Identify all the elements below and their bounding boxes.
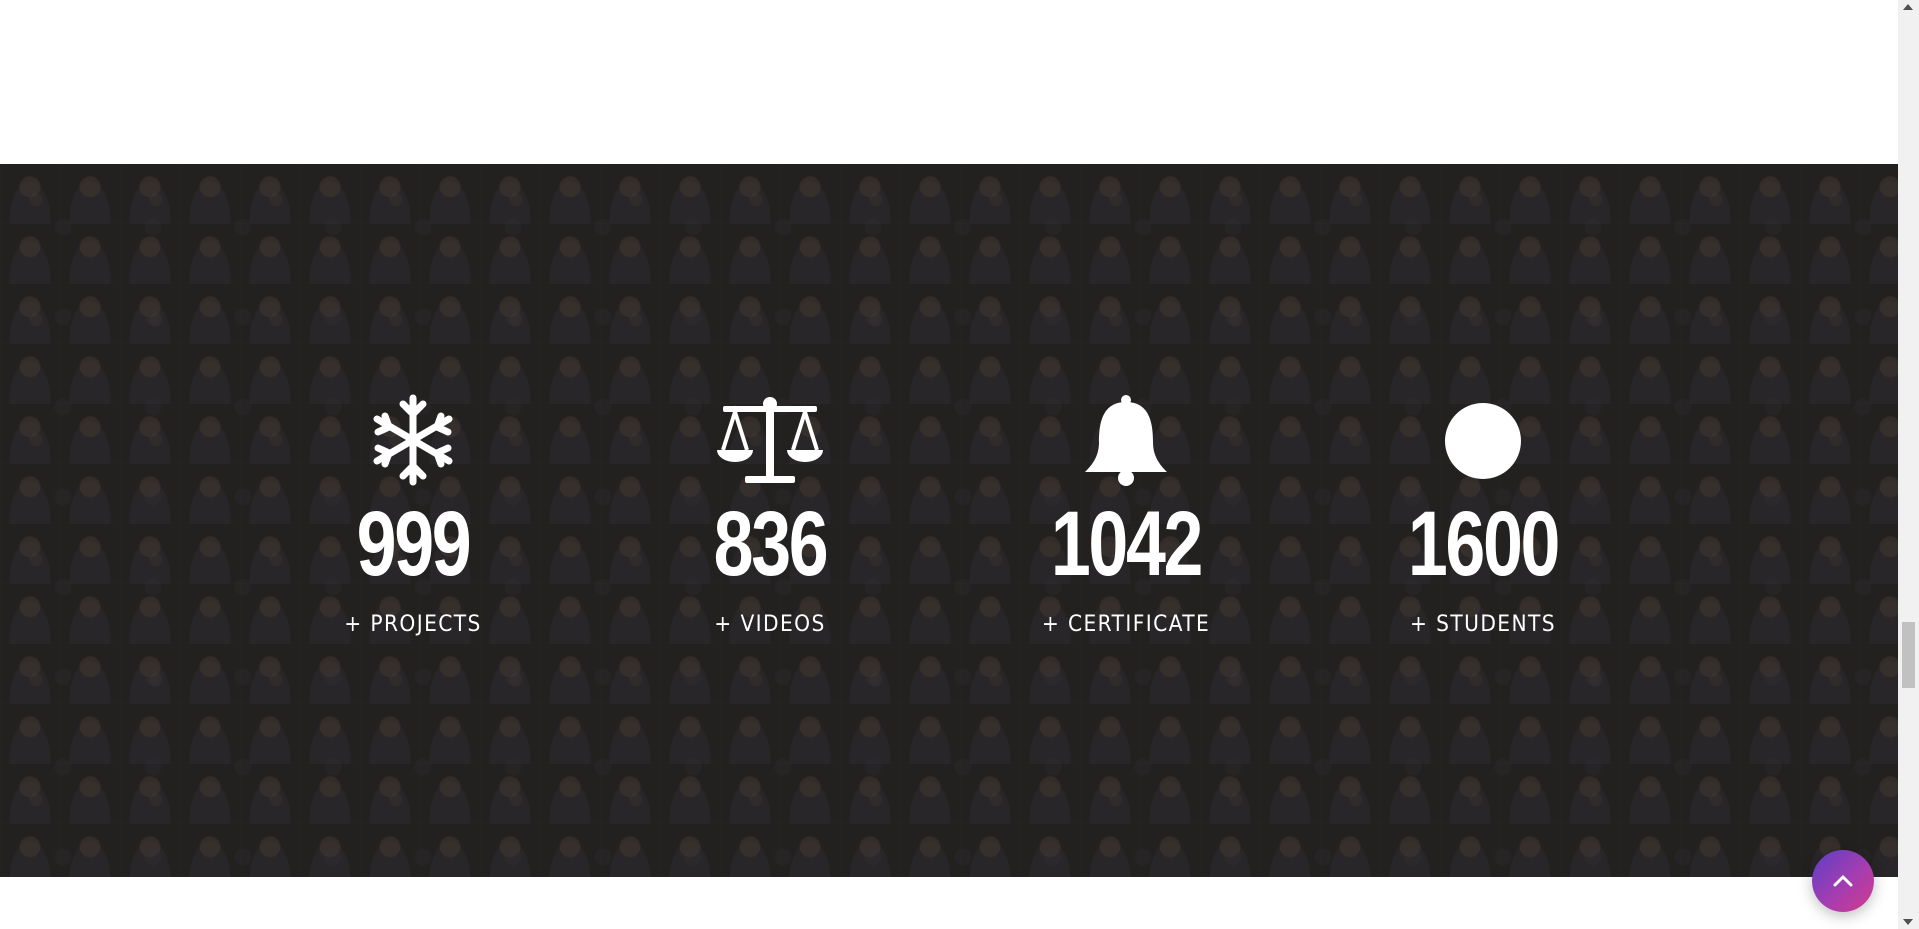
stat-label: + PROJECTS <box>344 612 482 637</box>
scrollbar-thumb[interactable] <box>1902 622 1915 688</box>
stat-label: + STUDENTS <box>1410 612 1556 637</box>
scroll-up-arrow-icon[interactable] <box>1903 4 1913 10</box>
stat-label: + VIDEOS <box>714 612 826 637</box>
stat-number: 1600 <box>1407 493 1561 595</box>
stat-number: 1042 <box>1050 493 1204 595</box>
stat-certificate: 1042 + CERTIFICATE <box>996 394 1256 637</box>
chevron-up-icon <box>1833 875 1853 887</box>
bell-icon <box>1085 395 1167 486</box>
scroll-down-arrow-icon[interactable] <box>1903 919 1913 925</box>
stat-projects: 999 + PROJECTS <box>283 394 543 637</box>
stat-label: + CERTIFICATE <box>1041 612 1211 637</box>
balance-scale-icon <box>717 397 823 483</box>
page: 999 + PROJECTS 836 + VIDEOS 1042 + CERTI… <box>0 0 1919 929</box>
vertical-scrollbar[interactable] <box>1898 0 1919 929</box>
stat-videos: 836 + VIDEOS <box>640 394 900 637</box>
bottom-blank-area <box>0 877 1898 929</box>
back-to-top-button[interactable] <box>1812 850 1874 912</box>
stat-number: 836 <box>713 493 829 595</box>
circle-icon <box>1445 403 1521 479</box>
snowflake-icon <box>373 394 453 486</box>
top-blank-area <box>0 0 1898 164</box>
stat-students: 1600 + STUDENTS <box>1353 394 1613 637</box>
stat-number: 999 <box>356 493 472 595</box>
stats-section: 999 + PROJECTS 836 + VIDEOS 1042 + CERTI… <box>0 164 1898 877</box>
